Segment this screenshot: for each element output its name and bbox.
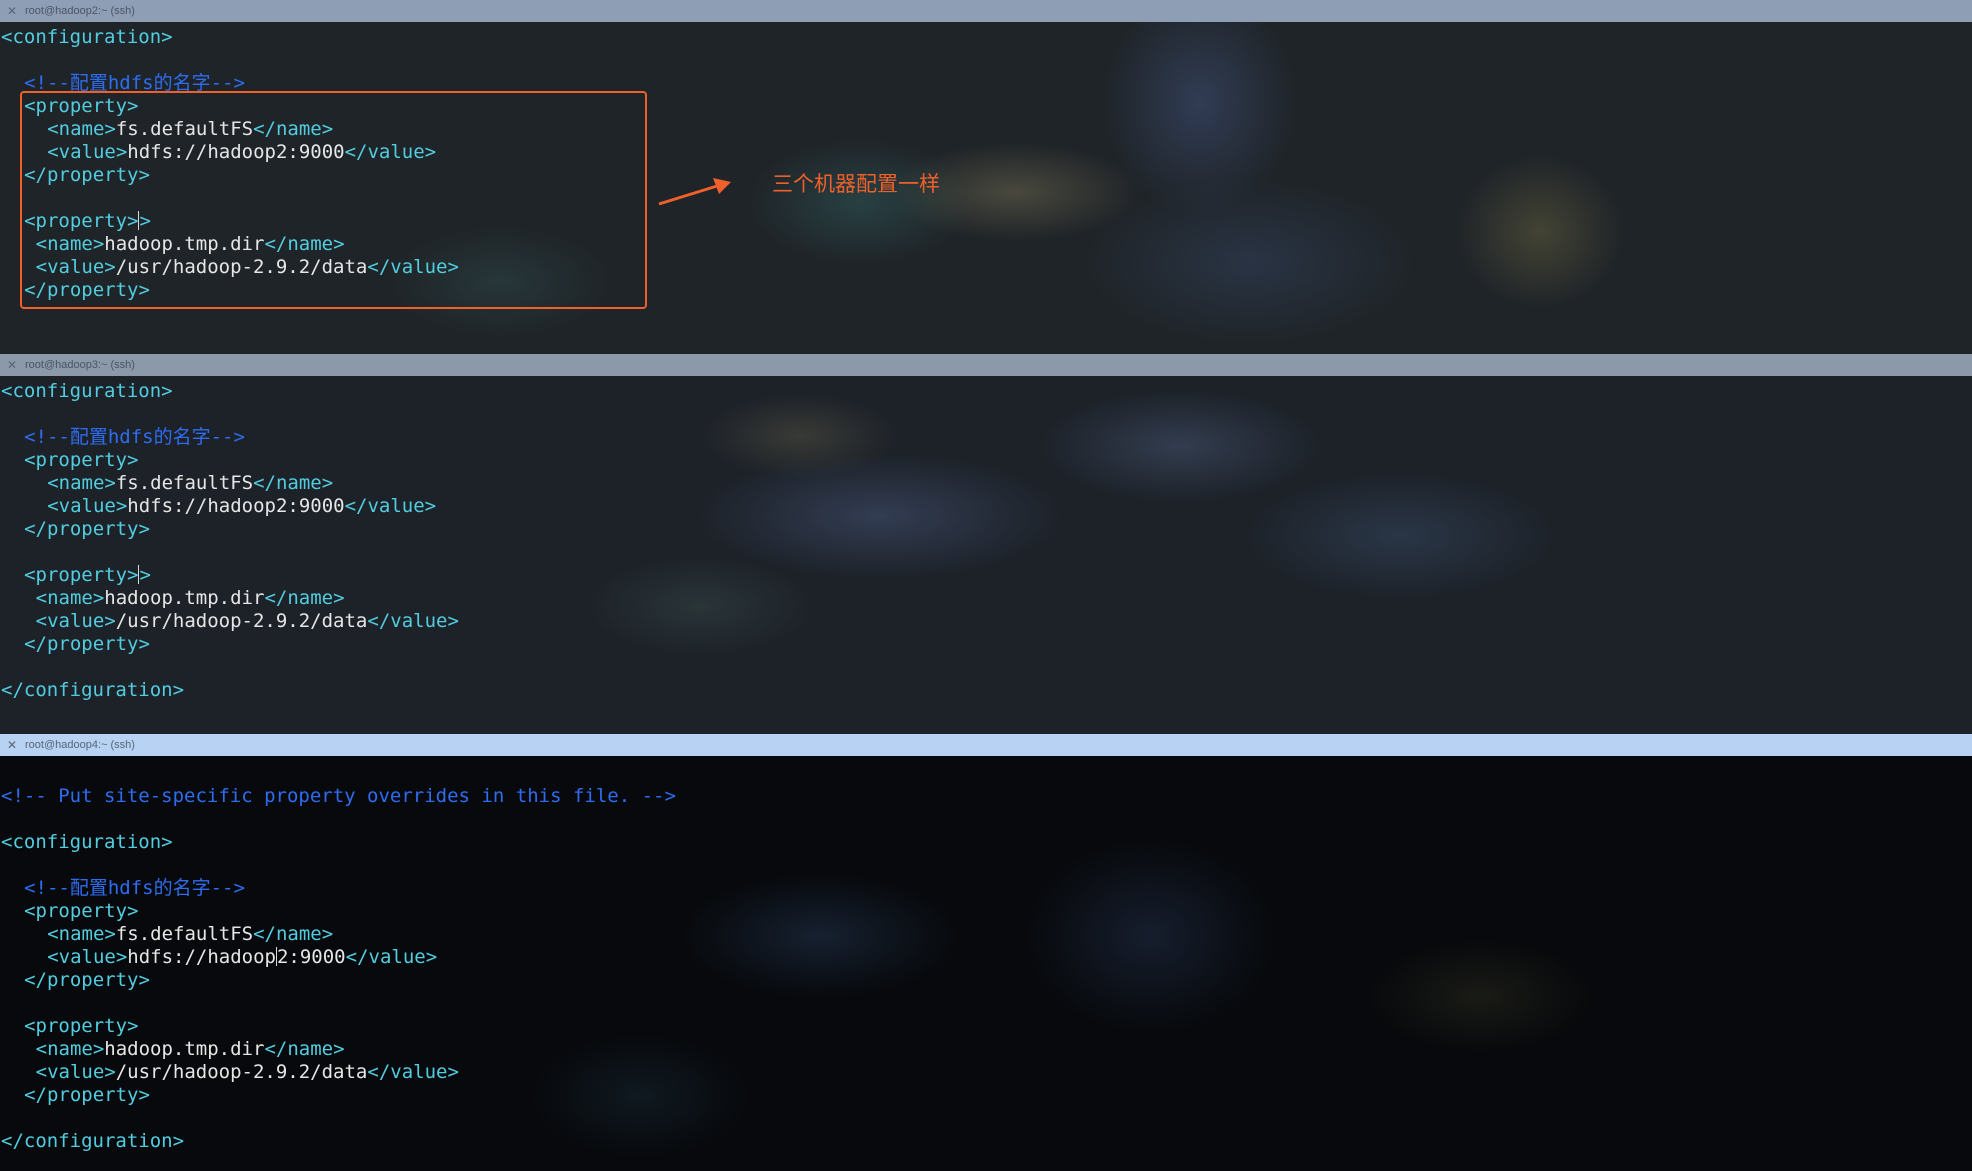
xml-open-tag: <name> <box>47 923 116 945</box>
code-line: <property> <box>24 900 138 923</box>
close-icon[interactable]: ✕ <box>5 354 19 376</box>
code-line: </property> <box>24 633 150 656</box>
code-line: <property> <box>24 449 138 472</box>
annotation-arrow-icon <box>658 178 731 206</box>
code-line: </property> <box>24 1084 150 1107</box>
annotation-label: 三个机器配置一样 <box>772 172 940 196</box>
xml-tag: <property> <box>24 564 139 586</box>
code-line: <!--配置hdfs的名字--> <box>24 426 245 449</box>
terminal-pane-hadoop2[interactable]: ✕ root@hadoop2:~ (ssh) <configuration> <!… <box>0 0 1972 354</box>
xml-tag: </property> <box>24 518 150 540</box>
xml-open-tag: <value> <box>35 1061 116 1083</box>
xml-comment: <!--配置hdfs的名字--> <box>24 426 245 448</box>
xml-open-tag: <value> <box>47 946 128 968</box>
code-line: <name>hadoop.tmp.dir</name> <box>36 587 345 610</box>
xml-value: fs.defaultFS <box>115 472 254 494</box>
code-line: <!--配置hdfs的名字--> <box>24 877 245 900</box>
pane-title: root@hadoop4:~ (ssh) <box>25 739 135 751</box>
xml-comment: <!--配置hdfs的名字--> <box>24 877 245 899</box>
xml-close-tag: </name> <box>253 472 334 494</box>
code-line: <configuration> <box>1 26 173 49</box>
xml-close-tag: </name> <box>264 587 345 609</box>
code-line: <value>hdfs://hadoop2:9000</value> <box>47 946 437 969</box>
xml-tag: <property> <box>24 449 139 471</box>
xml-value: hadoop.tmp.dir <box>104 1038 265 1060</box>
code-line: <configuration> <box>1 380 173 403</box>
xml-tag: </configuration> <box>1 1130 185 1152</box>
pane-title-bar[interactable]: ✕ root@hadoop3:~ (ssh) <box>0 354 1972 376</box>
xml-tag: <configuration> <box>1 26 173 48</box>
xml-value: fs.defaultFS <box>115 923 254 945</box>
code-line: <name>fs.defaultFS</name> <box>47 923 333 946</box>
terminal-pane-hadoop3[interactable]: ✕ root@hadoop3:~ (ssh) <configuration> <!… <box>0 354 1972 734</box>
code-line: <!-- Put site-specific property override… <box>1 785 676 808</box>
xml-value: hdfs://hadoop2:9000 <box>127 495 345 517</box>
xml-close-tag: </name> <box>264 1038 345 1060</box>
xml-value: 2:9000 <box>276 946 346 968</box>
xml-tag: <property> <box>24 900 139 922</box>
pane-title-bar[interactable]: ✕ root@hadoop4:~ (ssh) <box>0 734 1972 756</box>
xml-tag: </configuration> <box>1 679 185 701</box>
xml-value: /usr/hadoop-2.9.2/data <box>115 610 368 632</box>
pane-title-bar[interactable]: ✕ root@hadoop2:~ (ssh) <box>0 0 1972 22</box>
xml-close-tag: </value> <box>367 1061 459 1083</box>
code-line: <value>hdfs://hadoop2:9000</value> <box>47 495 436 518</box>
xml-open-tag: <name> <box>35 587 105 609</box>
xml-comment: <!-- Put site-specific property override… <box>1 785 676 807</box>
highlight-box <box>20 91 647 309</box>
terminal-content[interactable]: <configuration> <!--配置hdfs的名字--> <property… <box>0 376 1972 734</box>
code-line: <value>/usr/hadoop-2.9.2/data</value> <box>36 1061 459 1084</box>
terminal-pane-hadoop4[interactable]: ✕ root@hadoop4:~ (ssh) <!-- Put site-spe… <box>0 734 1972 1171</box>
close-icon[interactable]: ✕ <box>5 0 19 22</box>
xml-tag: <property> <box>24 1015 139 1037</box>
xml-open-tag: <name> <box>35 1038 105 1060</box>
close-icon[interactable]: ✕ <box>5 734 19 756</box>
code-line: </configuration> <box>1 1130 184 1153</box>
code-line: <name>hadoop.tmp.dir</name> <box>36 1038 345 1061</box>
code-line: </property> <box>24 969 150 992</box>
xml-value: hadoop.tmp.dir <box>104 587 265 609</box>
xml-value: hdfs://hadoop <box>127 946 276 968</box>
xml-open-tag: <value> <box>35 610 116 632</box>
xml-tag: </property> <box>24 1084 150 1106</box>
terminal-content[interactable]: <!-- Put site-specific property override… <box>0 756 1972 1171</box>
code-line: <name>fs.defaultFS</name> <box>47 472 333 495</box>
code-line: <configuration> <box>1 831 173 854</box>
xml-tag: <configuration> <box>1 831 173 853</box>
code-line: <value>/usr/hadoop-2.9.2/data</value> <box>36 610 459 633</box>
xml-tag: </property> <box>24 969 150 991</box>
xml-tag: <configuration> <box>1 380 173 402</box>
code-line: </property> <box>24 518 150 541</box>
xml-close-tag: </name> <box>253 923 334 945</box>
code-line: <property>> <box>24 564 151 587</box>
xml-open-tag: <value> <box>47 495 128 517</box>
xml-value: /usr/hadoop-2.9.2/data <box>115 1061 368 1083</box>
xml-open-tag: <name> <box>47 472 116 494</box>
code-line: <property> <box>24 1015 138 1038</box>
xml-close-tag: </value> <box>367 610 459 632</box>
pane-title: root@hadoop2:~ (ssh) <box>25 5 135 17</box>
xml-close-tag: </value> <box>344 495 437 517</box>
xml-tag: > <box>139 564 151 586</box>
pane-title: root@hadoop3:~ (ssh) <box>25 359 135 371</box>
xml-tag: </property> <box>24 633 150 655</box>
code-line: </configuration> <box>1 679 184 702</box>
xml-close-tag: </value> <box>345 946 438 968</box>
